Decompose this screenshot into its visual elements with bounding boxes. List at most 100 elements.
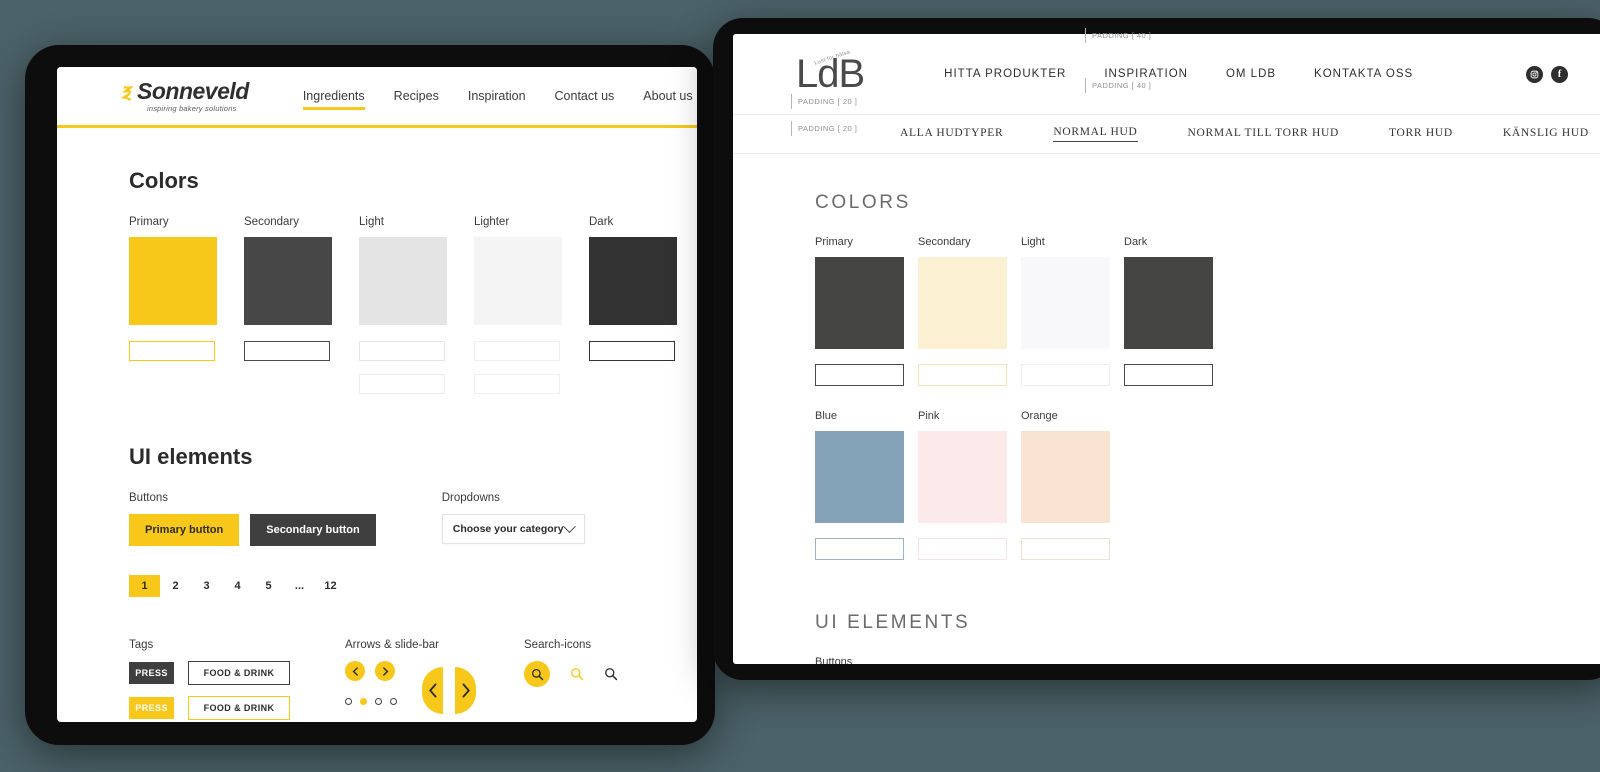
tag-food-drink-dark[interactable]: FOOD & DRINK [188, 661, 290, 685]
dropdown-value: Choose your category [452, 523, 564, 535]
swatch-label: Blue [815, 410, 838, 422]
ldb-swatch-pink: Pink [918, 410, 1007, 560]
swatch-color-block [1021, 257, 1110, 349]
slider-dot-2-active[interactable] [360, 698, 367, 705]
swatch-dark: Dark [589, 216, 677, 394]
page-1[interactable]: 1 [129, 575, 160, 597]
swatch-chip [1021, 538, 1110, 560]
ldb-swatch-light: Light [1021, 236, 1110, 386]
pagination: 1 2 3 4 5 ... 12 [129, 575, 376, 597]
facebook-icon[interactable]: f [1551, 65, 1568, 83]
ldb-swatch-dark: Dark [1124, 236, 1213, 386]
social-links: f [1526, 65, 1568, 83]
ldb-logo[interactable]: Lust för hälsa LdB [796, 49, 865, 94]
tag-food-drink-yellow[interactable]: FOOD & DRINK [188, 696, 290, 720]
left-tablet-frame: ⲝ Sonneveld inspiring bakery solutions I… [25, 45, 715, 745]
swatch-color-block [1124, 257, 1213, 349]
chevron-down-icon [562, 519, 576, 533]
swatch-color-block [589, 237, 677, 325]
swatch-chip [815, 538, 904, 560]
ldb-swatch-secondary: Secondary [918, 236, 1007, 386]
arrow-right-small-button[interactable] [375, 661, 395, 681]
swatch-secondary: Secondary [244, 216, 332, 394]
ui-elements-heading: UI elements [129, 444, 253, 469]
swatch-color-block [474, 237, 562, 325]
slider-dot-1[interactable] [345, 698, 352, 705]
sonneveld-header: ⲝ Sonneveld inspiring bakery solutions I… [57, 67, 697, 128]
nav-item-ingredients[interactable]: Ingredients [302, 85, 365, 110]
page-12[interactable]: 12 [315, 575, 346, 597]
page-2[interactable]: 2 [160, 575, 191, 597]
arrow-right-large-button[interactable] [455, 667, 476, 714]
ldb-color-row-1: Primary Secondary Light Dark [815, 236, 1600, 386]
nav-item-contact-us[interactable]: Contact us [555, 85, 615, 107]
tags-arrows-search-row: Tags PRESS FOOD & DRINK PRESS FOOD & DRI… [129, 639, 697, 720]
swatch-chip [1021, 364, 1110, 386]
primary-button[interactable]: Primary button [129, 514, 240, 546]
buttons-label: Buttons [129, 492, 168, 504]
page-3[interactable]: 3 [191, 575, 222, 597]
swatch-chip [359, 341, 445, 361]
swatch-chip [474, 341, 560, 361]
padding-note-text: PADDING [ 20 ] [798, 124, 858, 133]
padding-tick [791, 94, 792, 109]
tag-press-dark[interactable]: PRESS [129, 662, 174, 684]
color-swatch-row: Primary Secondary Light Lighter Dark [129, 216, 697, 394]
nav-item-kontakta-oss[interactable]: KONTAKTA OSS [1314, 68, 1413, 80]
swatch-chip [244, 341, 330, 361]
swatch-label: Secondary [244, 216, 299, 228]
slider-dot-3[interactable] [375, 698, 382, 705]
ldb-nav: HITTA PRODUKTER INSPIRATION OM LDB KONTA… [944, 68, 1413, 80]
search-icon-dark[interactable] [604, 667, 618, 681]
swatch-chip [589, 341, 675, 361]
nav-item-inspiration[interactable]: Inspiration [468, 85, 526, 107]
dropdowns-label: Dropdowns [441, 492, 500, 504]
sonneveld-content: Colors Primary Secondary Light Lighter D… [57, 128, 697, 720]
page-5[interactable]: 5 [253, 575, 284, 597]
ldb-content: COLORS Primary Secondary Light Dark Blue… [733, 154, 1600, 664]
arrow-left-large-button[interactable] [422, 667, 443, 714]
arrows-group: Arrows & slide-bar [345, 639, 476, 720]
subnav-item-normal-till-torr-hud[interactable]: NORMAL TILL TORR HUD [1188, 127, 1339, 142]
nav-item-recipes[interactable]: Recipes [394, 85, 439, 107]
swatch-label: Orange [1021, 410, 1058, 422]
padding-note-text: PADDING [ 20 ] [798, 97, 858, 106]
nav-item-om-ldb[interactable]: OM LDB [1226, 68, 1276, 80]
nav-item-hitta-produkter[interactable]: HITTA PRODUKTER [944, 68, 1066, 80]
instagram-icon[interactable] [1526, 65, 1543, 83]
subnav-item-kanslig-hud[interactable]: KÄNSLIG HUD [1503, 127, 1589, 142]
search-icon-yellow[interactable] [570, 667, 584, 681]
search-icon-filled-button[interactable] [524, 661, 550, 687]
dropdowns-group: Dropdowns Choose your category [441, 492, 585, 597]
colors-heading: Colors [129, 168, 199, 193]
subnav-item-normal-hud[interactable]: NORMAL HUD [1053, 126, 1138, 142]
padding-tick [791, 121, 792, 136]
ldb-color-row-2: Blue Pink Orange [815, 410, 1600, 560]
swatch-label: Primary [129, 216, 169, 228]
nav-item-about-us[interactable]: About us [643, 85, 692, 107]
tag-press-yellow[interactable]: PRESS [129, 697, 174, 719]
tags-label: Tags [129, 639, 154, 651]
arrows-label: Arrows & slide-bar [345, 639, 439, 651]
right-tablet-frame: Lust för hälsa LdB HITTA PRODUKTER INSPI… [713, 18, 1600, 680]
slider-dot-4[interactable] [390, 698, 397, 705]
swatch-label: Secondary [918, 236, 971, 248]
sonneveld-logo[interactable]: ⲝ Sonneveld inspiring bakery solutions [121, 77, 249, 113]
padding-note-top-20: PADDING [ 20 ] [791, 94, 857, 109]
swatch-color-block [815, 257, 904, 349]
arrow-left-small-button[interactable] [345, 661, 365, 681]
page-4[interactable]: 4 [222, 575, 253, 597]
swatch-lighter: Lighter [474, 216, 562, 394]
swatch-label: Dark [1124, 236, 1148, 248]
subnav-item-torr-hud[interactable]: TORR HUD [1389, 127, 1453, 142]
swatch-light: Light [359, 216, 447, 394]
swatch-chip-extra [359, 374, 445, 394]
swatch-label: Light [359, 216, 384, 228]
swatch-color-block [244, 237, 332, 325]
padding-tick [1085, 28, 1086, 43]
swatch-chip-extra [474, 374, 560, 394]
subnav-item-alla-hudtyper[interactable]: ALLA HUDTYPER [900, 127, 1003, 142]
sonneveld-nav: Ingredients Recipes Inspiration Contact … [302, 67, 693, 125]
secondary-button[interactable]: Secondary button [250, 514, 376, 546]
category-dropdown[interactable]: Choose your category [441, 514, 585, 544]
